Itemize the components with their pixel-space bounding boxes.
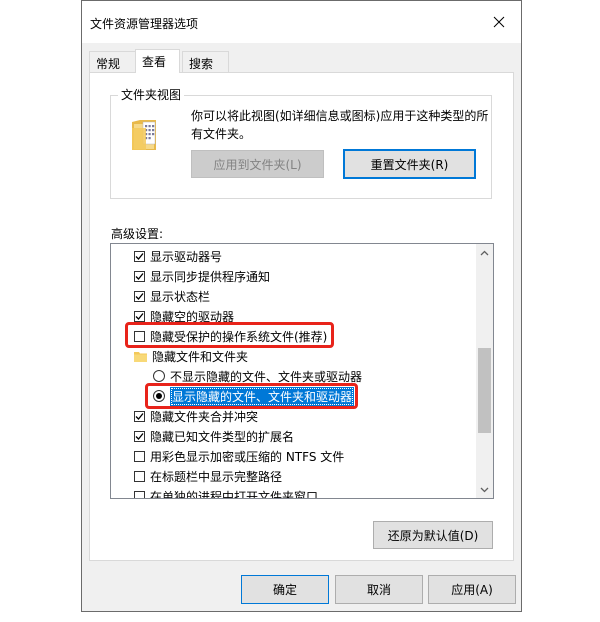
close-button[interactable] <box>477 1 521 43</box>
checkbox-checked[interactable] <box>134 290 145 302</box>
highlight-box-protected-files <box>125 322 334 348</box>
list-item[interactable]: 隐藏已知文件类型的扩展名 <box>134 426 294 446</box>
chevron-up-icon <box>480 250 489 255</box>
checkbox-unchecked[interactable] <box>134 490 145 498</box>
tab-search[interactable]: 搜索 <box>182 51 229 72</box>
list-item[interactable]: 显示驱动器号 <box>134 246 222 266</box>
folder-icon <box>132 120 156 150</box>
checkbox-unchecked[interactable] <box>134 470 145 482</box>
list-item-label: 显示驱动器号 <box>150 249 223 264</box>
radio-unselected[interactable] <box>153 370 165 382</box>
reset-folders-button[interactable]: 重置文件夹(R) <box>343 149 476 179</box>
list-item-label: 隐藏文件和文件夹 <box>152 349 249 364</box>
list-item-label: 隐藏已知文件类型的扩展名 <box>150 429 295 444</box>
checkbox-checked[interactable] <box>134 250 145 262</box>
check-icon <box>135 272 144 280</box>
restore-defaults-button[interactable]: 还原为默认值(D) <box>373 521 493 549</box>
check-icon <box>135 292 144 300</box>
scrollbar-thumb[interactable] <box>478 348 491 433</box>
highlight-box-show-hidden <box>145 383 358 409</box>
list-item-label: 显示状态栏 <box>150 289 211 304</box>
checkbox-checked[interactable] <box>134 410 145 422</box>
close-icon <box>493 16 505 28</box>
list-item[interactable]: 在标题栏中显示完整路径 <box>134 466 282 486</box>
advanced-settings-list[interactable]: 显示驱动器号 显示同步提供程序通知 显示状态栏 隐藏空的驱动器 隐藏受保护的操作… <box>110 243 494 499</box>
check-icon <box>135 312 144 320</box>
window-title: 文件资源管理器选项 <box>90 17 199 31</box>
advanced-settings-label: 高级设置: <box>111 227 164 241</box>
check-icon <box>135 252 144 260</box>
check-icon <box>135 412 144 420</box>
apply-to-folders-button[interactable]: 应用到文件夹(L) <box>191 150 324 178</box>
list-item-label: 不显示隐藏的文件、文件夹或驱动器 <box>170 369 363 384</box>
list-item[interactable]: 用彩色显示加密或压缩的 NTFS 文件 <box>134 446 344 466</box>
check-icon <box>135 432 144 440</box>
list-item-group: 隐藏文件和文件夹 <box>134 346 248 366</box>
list-item-label: 显示同步提供程序通知 <box>150 269 271 284</box>
list-item[interactable]: 显示同步提供程序通知 <box>134 266 270 286</box>
list-item-label: 用彩色显示加密或压缩的 NTFS 文件 <box>150 449 345 464</box>
tab-general[interactable]: 常规 <box>89 51 136 72</box>
list-item[interactable]: 在单独的进程中打开文件夹窗口 <box>134 486 319 499</box>
checkbox-unchecked[interactable] <box>134 450 145 462</box>
folder-views-description: 你可以将此视图(如详细信息或图标)应用于这种类型的所有文件夹。 <box>191 109 489 141</box>
list-item-label: 隐藏文件夹合并冲突 <box>150 409 259 424</box>
list-item[interactable]: 显示状态栏 <box>134 286 210 306</box>
vertical-scrollbar[interactable] <box>476 244 493 498</box>
checkbox-checked[interactable] <box>134 310 145 322</box>
list-item-label: 在单独的进程中打开文件夹窗口 <box>150 489 319 499</box>
scroll-up-button[interactable] <box>476 244 493 261</box>
chevron-down-icon <box>480 487 489 492</box>
folder-views-label: 文件夹视图 <box>118 86 185 103</box>
apply-button[interactable]: 应用(A) <box>428 575 516 604</box>
checkbox-checked[interactable] <box>134 430 145 442</box>
list-item-label: 在标题栏中显示完整路径 <box>150 469 283 484</box>
cancel-button[interactable]: 取消 <box>335 575 423 604</box>
folder-icon <box>134 351 147 362</box>
list-item[interactable]: 隐藏文件夹合并冲突 <box>134 406 258 426</box>
checkbox-checked[interactable] <box>134 270 145 282</box>
tab-view[interactable]: 查看 <box>135 49 180 73</box>
ok-button[interactable]: 确定 <box>241 575 329 604</box>
title-bar: 文件资源管理器选项 <box>82 1 521 43</box>
scroll-down-button[interactable] <box>476 481 493 498</box>
